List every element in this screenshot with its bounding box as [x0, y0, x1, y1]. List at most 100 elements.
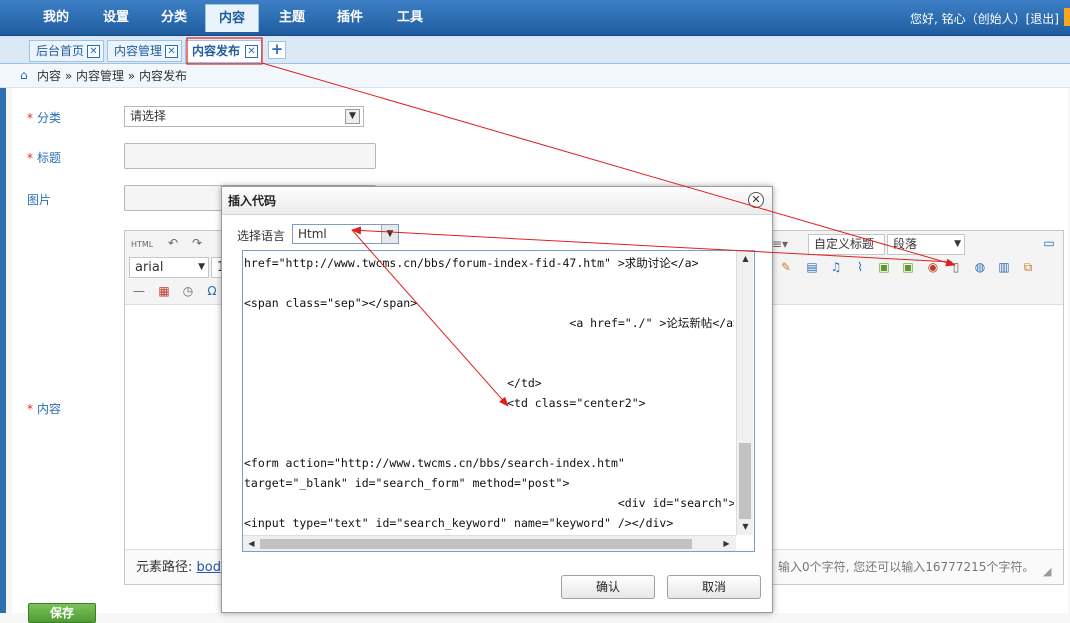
map-icon[interactable]: ◉ — [925, 259, 941, 275]
scroll-down-icon[interactable]: ▼ — [740, 521, 751, 532]
font-family-select[interactable]: arial ▼ — [129, 257, 209, 278]
nav-item-category[interactable]: 分类 — [146, 4, 202, 32]
paragraph-value: 段落 — [893, 237, 918, 251]
eraser-icon[interactable]: ✎ — [778, 259, 794, 275]
custom-title-select[interactable]: 自定义标题 — [808, 234, 885, 255]
tab-label: 后台首页 — [36, 44, 85, 58]
paragraph-select[interactable]: 段落 ▼ — [887, 234, 965, 255]
music-icon[interactable]: ♫ — [828, 259, 844, 275]
chevron-down-icon: ▼ — [381, 225, 398, 243]
close-icon[interactable]: ✕ — [165, 45, 178, 58]
image-label: 图片 — [27, 193, 52, 207]
tab-content-manage[interactable]: 内容管理 ✕ — [107, 40, 182, 62]
required-mark: * — [27, 111, 33, 125]
category-label: * 分类 — [27, 111, 62, 125]
breadcrumb: 内容 » 内容管理 » 内容发布 — [37, 69, 187, 83]
tab-label: 内容管理 — [114, 44, 163, 58]
language-value: Html — [298, 227, 327, 241]
horizontal-scroll-thumb[interactable] — [260, 539, 692, 549]
chevron-down-icon: ▼ — [954, 239, 961, 249]
chevron-down-icon: ▼ — [198, 262, 205, 272]
nav-item-settings[interactable]: 设置 — [88, 4, 144, 32]
film-icon[interactable]: ▤ — [804, 259, 820, 275]
code-content: href="http://www.twcms.cn/bbs/forum-inde… — [244, 253, 734, 535]
language-label: 选择语言 — [237, 229, 286, 243]
code-textarea[interactable]: href="http://www.twcms.cn/bbs/forum-inde… — [242, 250, 755, 552]
list-dropdown-icon[interactable]: ≡▾ — [772, 236, 788, 252]
code-line: target="_blank" id="search_form" method=… — [244, 476, 570, 490]
cancel-button[interactable]: 取消 — [667, 575, 761, 599]
scroll-right-icon[interactable]: ▶ — [721, 538, 732, 549]
category-select[interactable]: 请选择 ▼ — [124, 106, 364, 127]
code-line: <form action="http://www.twcms.cn/bbs/se… — [244, 456, 625, 470]
category-value: 请选择 — [130, 109, 167, 123]
gallery-icon[interactable]: ▣ — [900, 259, 916, 275]
required-mark: * — [27, 151, 33, 165]
word-count: 输入0个字符, 您还可以输入16777215个字符。 — [778, 560, 1035, 574]
horizontal-rule-icon[interactable]: — — [131, 283, 147, 299]
vertical-scrollbar[interactable]: ▲ ▼ — [736, 251, 753, 535]
redo-icon[interactable]: ↷ — [189, 235, 205, 251]
close-icon[interactable]: ✕ — [87, 45, 100, 58]
left-rail — [0, 36, 6, 613]
home-icon[interactable]: ⌂ — [20, 69, 32, 81]
nav-item-theme[interactable]: 主题 — [264, 4, 320, 32]
template-icon[interactable]: ▥ — [996, 259, 1012, 275]
attachment-icon[interactable]: ⌇ — [852, 259, 868, 275]
html-source-icon[interactable]: HTML — [131, 237, 153, 253]
close-icon[interactable]: ✕ — [245, 45, 258, 58]
scroll-up-icon[interactable]: ▲ — [740, 253, 751, 264]
image-icon[interactable]: ▣ — [876, 259, 892, 275]
user-greeting[interactable]: 您好, 铭心（创始人）[退出] — [910, 10, 1059, 27]
special-char-icon[interactable]: Ω — [204, 283, 220, 299]
code-line: <input type="text" id="search_keyword" n… — [244, 516, 674, 530]
custom-title-value: 自定义标题 — [814, 237, 875, 251]
nav-item-plugin[interactable]: 插件 — [322, 4, 378, 32]
language-select[interactable]: Html ▼ — [292, 224, 399, 244]
time-icon[interactable]: ◷ — [180, 283, 196, 299]
tab-bar: 后台首页 ✕ 内容管理 ✕ 内容发布 ✕ — [0, 36, 1070, 64]
nav-item-mine[interactable]: 我的 — [28, 4, 84, 32]
insert-code-icon[interactable]: ▯ — [948, 259, 964, 275]
title-input[interactable] — [124, 143, 376, 169]
required-mark: * — [27, 402, 33, 416]
font-family-value: arial — [135, 260, 164, 275]
chevron-down-icon: ▼ — [345, 109, 360, 124]
code-line: href="http://www.twcms.cn/bbs/forum-inde… — [244, 256, 699, 270]
search-replace-icon[interactable]: ⧉ — [1020, 259, 1036, 275]
web-icon[interactable]: ◍ — [972, 259, 988, 275]
tab-label: 内容发布 — [192, 44, 241, 58]
dialog-title[interactable]: 插入代码 — [222, 187, 772, 215]
nav-item-tools[interactable]: 工具 — [382, 4, 438, 32]
fullscreen-icon[interactable]: ▭ — [1041, 235, 1057, 251]
resize-grip-icon[interactable]: ◢ — [1043, 566, 1055, 578]
code-line: <a href="./" >论坛新帖</a> — [244, 316, 734, 330]
nav-item-content[interactable]: 内容 — [205, 4, 259, 32]
date-icon[interactable]: ▦ — [156, 283, 172, 299]
confirm-button[interactable]: 确认 — [561, 575, 655, 599]
insert-code-dialog: 插入代码 ✕ 选择语言 Html ▼ href="http://www.twcm… — [221, 186, 773, 613]
save-button[interactable]: 保存 — [28, 603, 96, 623]
code-line: <td class="center2"> — [244, 396, 646, 410]
breadcrumb-bar: ⌂ 内容 » 内容管理 » 内容发布 — [0, 64, 1070, 88]
corner-badge — [1064, 8, 1070, 26]
vertical-scroll-thumb[interactable] — [739, 443, 751, 519]
code-line: <div id="search"> — [244, 496, 734, 510]
add-tab-button[interactable]: + — [268, 41, 286, 59]
code-line: </td> — [244, 376, 542, 390]
undo-icon[interactable]: ↶ — [165, 235, 181, 251]
content-label: * 内容 — [27, 402, 62, 416]
element-path-label: 元素路径: — [136, 560, 193, 575]
close-icon[interactable]: ✕ — [748, 192, 764, 208]
tab-home[interactable]: 后台首页 ✕ — [29, 40, 104, 62]
code-line: <span class="sep"></span> — [244, 296, 418, 310]
scroll-left-icon[interactable]: ◀ — [246, 538, 257, 549]
title-label: * 标题 — [27, 151, 62, 165]
tab-content-publish[interactable]: 内容发布 ✕ — [185, 40, 262, 63]
horizontal-scrollbar[interactable]: ◀ ▶ — [243, 535, 736, 551]
top-nav: 我的 设置 分类 内容 主题 插件 工具 您好, 铭心（创始人）[退出] — [0, 0, 1070, 36]
